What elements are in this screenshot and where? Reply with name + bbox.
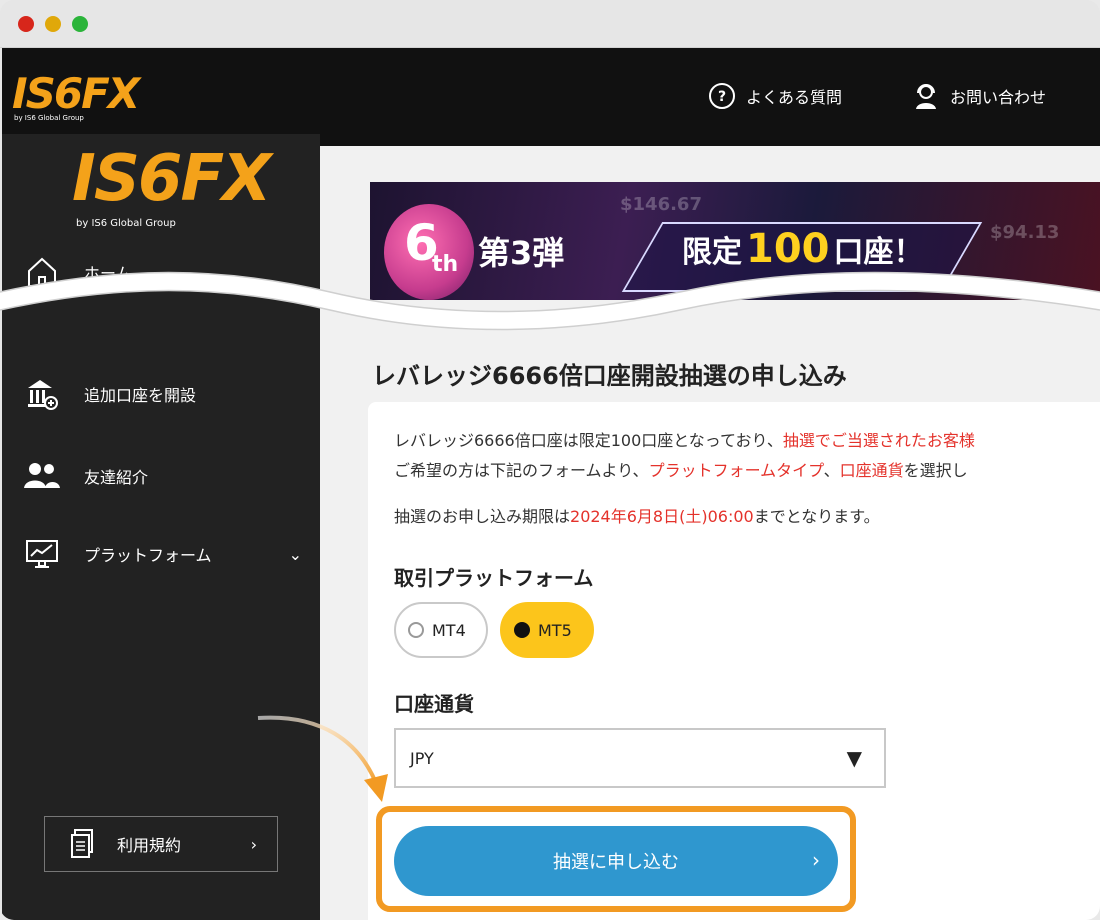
chevron-down-icon[interactable]: ⌄ bbox=[289, 545, 302, 564]
faq-link[interactable]: ? よくある質問 bbox=[708, 82, 842, 110]
intro-line-2: ご希望の方は下記のフォームより、プラットフォームタイプ、口座通貨を選択し bbox=[394, 460, 968, 482]
sidebar-item-platform[interactable]: プラットフォーム ⌄ bbox=[22, 536, 302, 572]
chevron-right-icon: › bbox=[250, 834, 257, 854]
currency-value: JPY bbox=[410, 748, 434, 768]
apply-lottery-button[interactable]: 抽選に申し込む › bbox=[394, 826, 838, 896]
close-window-button[interactable] bbox=[18, 16, 34, 32]
page-title: レバレッジ6666倍口座開設抽選の申し込み bbox=[372, 362, 847, 390]
sidebar-logo[interactable]: IS6FX by IS6 Global Group bbox=[72, 144, 271, 229]
banner-ghost-price: $94.13 bbox=[990, 222, 1060, 243]
sidebar-item-referral[interactable]: 友達紹介 bbox=[22, 458, 302, 494]
sidebar-item-label: 友達紹介 bbox=[84, 468, 149, 487]
top-header: IS6FX by IS6 Global Group ? よくある質問 お問い合わ… bbox=[2, 48, 1100, 146]
option-label: MT4 bbox=[432, 620, 466, 640]
highlight-text: プラットフォームタイプ bbox=[648, 461, 824, 480]
text: までとなります。 bbox=[753, 507, 880, 526]
title-bar bbox=[0, 0, 1100, 48]
monitor-chart-icon bbox=[22, 536, 62, 572]
contact-label: お問い合わせ bbox=[950, 88, 1047, 107]
submit-label: 抽選に申し込む bbox=[553, 852, 679, 873]
logo-subtext: by IS6 Global Group bbox=[14, 114, 84, 122]
sidebar-item-open-account[interactable]: 追加口座を開設 bbox=[22, 376, 302, 412]
headset-icon bbox=[912, 82, 940, 110]
radio-unchecked-icon bbox=[408, 622, 424, 638]
text: レバレッジ6666倍口座は限定100口座となっており、 bbox=[394, 431, 783, 450]
deadline-line: 抽選のお申し込み期限は2024年6月8日(土)06:00までとなります。 bbox=[394, 506, 880, 528]
contact-link[interactable]: お問い合わせ bbox=[912, 82, 1046, 110]
currency-label: 口座通貨 bbox=[394, 692, 474, 716]
text: を選択し bbox=[903, 461, 968, 480]
option-label: MT5 bbox=[538, 620, 572, 640]
users-icon bbox=[22, 458, 62, 494]
question-circle-icon: ? bbox=[708, 82, 736, 110]
text: 抽選のお申し込み期限は bbox=[394, 507, 571, 526]
terms-label: 利用規約 bbox=[117, 836, 182, 855]
pointer-arrow-icon bbox=[257, 715, 388, 802]
logo-text: IS6FX bbox=[12, 69, 140, 118]
browser-window: IS6FX by IS6 Global Group ? よくある質問 お問い合わ… bbox=[0, 0, 1100, 920]
minimize-window-button[interactable] bbox=[45, 16, 61, 32]
platform-label: 取引プラットフォーム bbox=[394, 566, 594, 590]
dropdown-arrow-icon: ▼ bbox=[846, 746, 862, 770]
chevron-right-icon: › bbox=[812, 848, 820, 872]
intro-line-1: レバレッジ6666倍口座は限定100口座となっており、抽選でご当選されたお客様 bbox=[394, 430, 975, 452]
platform-option-mt5[interactable]: MT5 bbox=[500, 602, 594, 658]
highlight-text: 口座通貨 bbox=[839, 461, 904, 480]
sidebar-item-label: プラットフォーム bbox=[84, 546, 212, 565]
currency-select[interactable]: JPY ▼ bbox=[394, 728, 886, 788]
sidebar-item-label: 追加口座を開設 bbox=[84, 386, 197, 405]
faq-label: よくある質問 bbox=[746, 88, 843, 107]
logo-text: IS6FX bbox=[72, 142, 271, 216]
text: 、 bbox=[823, 461, 840, 480]
bank-add-icon bbox=[22, 376, 62, 412]
radio-checked-icon bbox=[514, 622, 530, 638]
banner-ghost-price: $146.67 bbox=[620, 194, 702, 215]
page-break-wave bbox=[0, 271, 1100, 331]
header-logo[interactable]: IS6FX by IS6 Global Group bbox=[12, 70, 140, 126]
highlight-text: 抽選でご当選されたお客様 bbox=[782, 431, 975, 450]
svg-text:?: ? bbox=[718, 89, 726, 105]
platform-option-mt4[interactable]: MT4 bbox=[394, 602, 488, 658]
terms-button[interactable]: 利用規約 › bbox=[44, 816, 278, 872]
text: ご希望の方は下記のフォームより、 bbox=[394, 461, 649, 480]
logo-subtext: by IS6 Global Group bbox=[76, 218, 176, 229]
maximize-window-button[interactable] bbox=[72, 16, 88, 32]
document-icon bbox=[67, 828, 97, 860]
deadline-date: 2024年6月8日(土)06:00 bbox=[570, 507, 754, 526]
